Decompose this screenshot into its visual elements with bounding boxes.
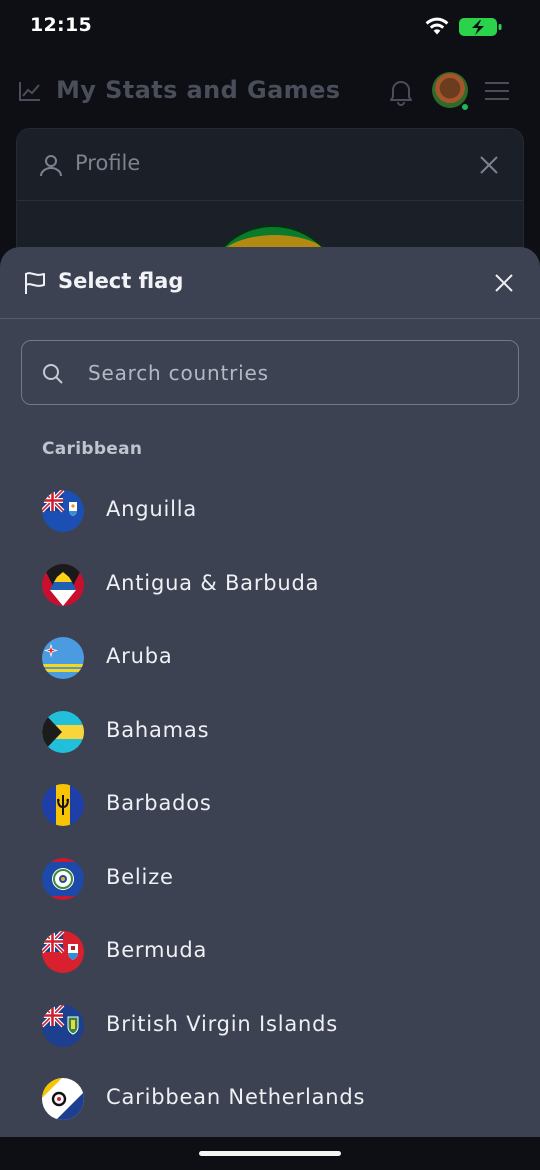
battery-charging-icon — [459, 18, 502, 36]
profile-title: Profile — [75, 151, 141, 175]
bermuda-flag-icon — [42, 931, 84, 973]
country-name: Belize — [106, 864, 174, 889]
home-indicator[interactable] — [199, 1151, 341, 1156]
country-name: Anguilla — [106, 497, 198, 521]
hamburger-menu-icon[interactable] — [484, 80, 510, 102]
antigua-barbuda-flag-icon — [42, 563, 84, 606]
country-item-bermuda[interactable]: Bermuda — [0, 916, 540, 990]
app-header: My Stats and Games — [0, 62, 540, 120]
country-name: Aruba — [106, 644, 173, 668]
profile-card-header: Profile — [17, 129, 523, 201]
belize-flag-icon — [42, 857, 84, 900]
barbados-flag-icon — [42, 784, 84, 826]
search-input[interactable] — [88, 355, 498, 391]
trend-chart-icon[interactable] — [18, 80, 42, 102]
status-time: 12:15 — [30, 14, 92, 36]
country-name: Bermuda — [106, 938, 208, 962]
sheet-header: Select flag — [0, 247, 540, 319]
bell-icon[interactable] — [388, 78, 414, 106]
country-item-caribbean-netherlands[interactable]: Caribbean Netherlands — [0, 1063, 540, 1137]
bahamas-flag-icon — [42, 710, 84, 753]
select-flag-sheet: Select flag Caribbean — [0, 247, 540, 1170]
caribbean-netherlands-flag-icon — [42, 1078, 84, 1120]
country-name: Antigua & Barbuda — [106, 570, 320, 595]
country-item-aruba[interactable]: Aruba — [0, 622, 540, 696]
user-icon — [40, 155, 62, 177]
wifi-icon — [425, 17, 449, 35]
country-name: Caribbean Netherlands — [106, 1085, 366, 1109]
country-item-belize[interactable]: Belize — [0, 843, 540, 917]
country-name: British Virgin Islands — [106, 1011, 339, 1036]
status-bar: 12:15 — [0, 0, 540, 54]
country-item-barbados[interactable]: Barbados — [0, 769, 540, 843]
search-box[interactable] — [21, 340, 519, 405]
country-item-anguilla[interactable]: Anguilla — [0, 475, 540, 549]
country-list: Anguilla Antigua & Barbuda Aruba Bahamas… — [0, 475, 540, 1137]
aruba-flag-icon — [42, 637, 84, 679]
country-item-antigua-barbuda[interactable]: Antigua & Barbuda — [0, 549, 540, 623]
close-icon[interactable] — [477, 153, 501, 177]
close-icon[interactable] — [492, 271, 516, 295]
online-status-dot — [460, 102, 470, 112]
sheet-title: Select flag — [58, 269, 184, 293]
country-item-bahamas[interactable]: Bahamas — [0, 696, 540, 770]
flag-icon — [25, 272, 45, 294]
country-item-british-virgin-islands[interactable]: British Virgin Islands — [0, 990, 540, 1064]
anguilla-flag-icon — [42, 490, 84, 532]
country-name: Barbados — [106, 791, 212, 815]
section-label-caribbean: Caribbean — [42, 439, 143, 459]
british-virgin-islands-flag-icon — [42, 1004, 84, 1047]
app-title: My Stats and Games — [56, 76, 341, 104]
search-icon — [43, 364, 63, 384]
country-name: Bahamas — [106, 717, 210, 742]
